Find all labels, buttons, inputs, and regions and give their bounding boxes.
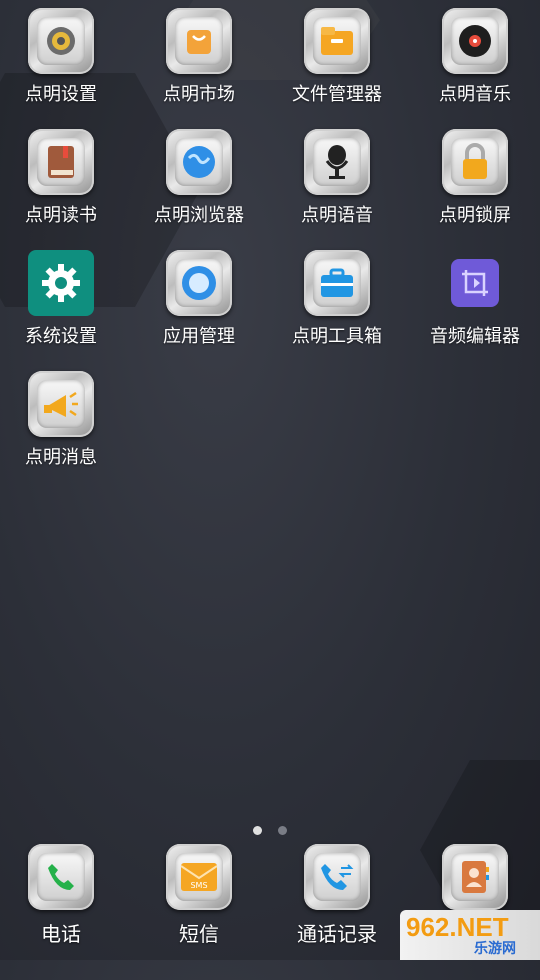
app-dianming-market[interactable]: 点明市场	[139, 8, 259, 106]
app-icon-frame	[28, 371, 94, 437]
app-label: 音频编辑器	[430, 326, 520, 346]
app-manager-icon	[182, 266, 216, 300]
watermark-logo: 962.NET 乐游网	[400, 910, 540, 960]
app-label: 点明消息	[25, 447, 97, 467]
sms-icon: SMS	[180, 863, 218, 891]
book-icon	[48, 146, 74, 178]
app-icon-frame: SMS	[166, 844, 232, 910]
app-label: 点明市场	[163, 84, 235, 104]
app-label: 点明读书	[25, 205, 97, 225]
app-label: 系统设置	[25, 326, 97, 346]
dock-label: 短信	[179, 924, 219, 946]
phone-icon	[48, 864, 74, 890]
call-log-icon	[321, 864, 354, 890]
dock-sms[interactable]: SMS 短信	[139, 844, 259, 947]
dock-label: 电话	[41, 924, 81, 946]
app-icon-frame	[304, 8, 370, 74]
app-label: 点明锁屏	[439, 205, 511, 225]
settings-gear-icon	[42, 264, 80, 302]
app-icon-frame	[442, 250, 508, 316]
app-dianming-music[interactable]: 点明音乐	[415, 8, 535, 106]
app-label: 文件管理器	[292, 84, 382, 104]
watermark-sub: 乐游网	[474, 940, 516, 956]
app-icon-frame	[304, 129, 370, 195]
page-dot-active[interactable]	[252, 826, 262, 835]
app-icon-frame	[304, 844, 370, 910]
megaphone-icon	[44, 391, 78, 417]
svg-text:SMS: SMS	[190, 881, 207, 890]
page-dot[interactable]	[278, 826, 288, 835]
gear-gold-icon	[47, 27, 75, 55]
app-label: 点明浏览器	[154, 205, 244, 225]
app-icon-frame	[442, 8, 508, 74]
padlock-icon	[463, 143, 487, 179]
crop-icon	[451, 259, 499, 307]
app-label: 点明音乐	[439, 84, 511, 104]
dock-contacts[interactable]	[415, 844, 535, 918]
app-dianming-browser[interactable]: 点明浏览器	[139, 129, 259, 227]
app-app-management[interactable]: 应用管理	[139, 250, 259, 348]
app-file-manager[interactable]: 文件管理器	[277, 8, 397, 106]
app-label: 点明语音	[301, 205, 373, 225]
toolbox-icon	[321, 268, 353, 297]
app-audio-editor[interactable]: 音频编辑器	[415, 250, 535, 348]
app-label: 点明设置	[25, 84, 97, 104]
app-dianming-voice[interactable]: 点明语音	[277, 129, 397, 227]
app-icon-frame	[442, 129, 508, 195]
app-dianming-messages[interactable]: 点明消息	[1, 371, 121, 469]
app-icon-frame	[28, 129, 94, 195]
dock-phone[interactable]: 电话	[1, 844, 121, 947]
microphone-icon	[325, 145, 349, 179]
dock-call-log[interactable]: 通话记录	[277, 844, 397, 947]
app-dianming-toolbox[interactable]: 点明工具箱	[277, 250, 397, 348]
app-dianming-lockscreen[interactable]: 点明锁屏	[415, 129, 535, 227]
app-label: 应用管理	[163, 326, 235, 346]
app-icon-frame	[28, 250, 94, 316]
page-indicator	[0, 822, 540, 840]
app-icon-frame	[28, 844, 94, 910]
folder-icon	[321, 27, 353, 55]
app-icon-frame	[442, 844, 508, 910]
app-icon-frame	[166, 8, 232, 74]
globe-icon	[183, 146, 215, 178]
app-system-settings[interactable]: 系统设置	[1, 250, 121, 348]
shopping-bag-icon	[187, 30, 211, 54]
app-icon-frame	[28, 8, 94, 74]
contacts-icon	[462, 861, 489, 893]
app-icon-frame	[166, 129, 232, 195]
app-dianming-settings[interactable]: 点明设置	[1, 8, 121, 106]
dock-label: 通话记录	[297, 924, 377, 946]
vinyl-record-icon	[459, 25, 491, 57]
app-dianming-reading[interactable]: 点明读书	[1, 129, 121, 227]
app-icon-frame	[304, 250, 370, 316]
app-label: 点明工具箱	[292, 326, 382, 346]
app-icon-frame	[166, 250, 232, 316]
